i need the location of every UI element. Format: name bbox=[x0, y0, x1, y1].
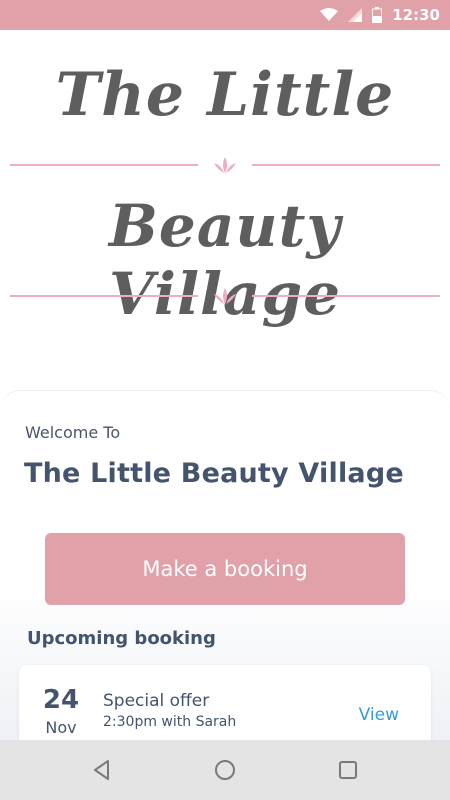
recents-icon[interactable] bbox=[328, 750, 368, 790]
welcome-label: Welcome To bbox=[25, 423, 121, 442]
logo-divider-top bbox=[10, 155, 440, 175]
signal-icon bbox=[348, 8, 363, 22]
logo-line-1: The Little bbox=[55, 60, 395, 130]
battery-icon bbox=[372, 7, 383, 23]
lotus-icon bbox=[212, 155, 238, 180]
make-booking-button[interactable]: Make a booking bbox=[45, 533, 405, 605]
upcoming-heading: Upcoming booking bbox=[27, 628, 216, 649]
welcome-title: The Little Beauty Village bbox=[24, 458, 404, 489]
booking-subtitle: 2:30pm with Sarah bbox=[103, 714, 237, 730]
booking-title: Special offer bbox=[103, 691, 210, 711]
welcome-card: Welcome To The Little Beauty Village Mak… bbox=[0, 390, 450, 740]
status-time: 12:30 bbox=[392, 6, 440, 24]
system-nav-bar bbox=[0, 740, 450, 800]
booking-month: Nov bbox=[45, 718, 77, 737]
lotus-icon bbox=[212, 286, 238, 311]
booking-list-item[interactable]: 24 Nov Special offer 2:30pm with Sarah V… bbox=[19, 665, 431, 740]
view-booking-link[interactable]: View bbox=[359, 705, 399, 725]
back-icon[interactable] bbox=[82, 750, 122, 790]
status-bar: 12:30 bbox=[0, 0, 450, 30]
brand-logo: The Little Beauty Village bbox=[0, 30, 450, 360]
logo-divider-bottom bbox=[10, 286, 440, 306]
wifi-icon bbox=[320, 8, 339, 22]
home-icon[interactable] bbox=[205, 750, 245, 790]
booking-day: 24 bbox=[42, 685, 80, 715]
